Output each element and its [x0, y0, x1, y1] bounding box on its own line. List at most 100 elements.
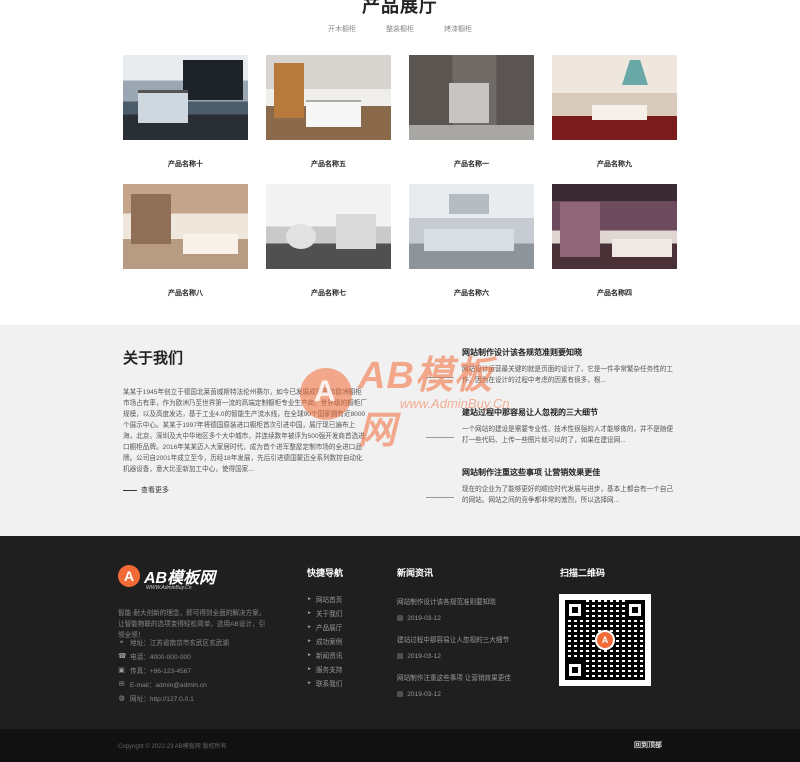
- contact-text: E-mail：admin@admin.cn: [130, 682, 207, 689]
- footer-news-link[interactable]: 网站制作注重这些事项 让营销效果更佳: [397, 672, 527, 682]
- product-card[interactable]: 产品名称十: [123, 55, 248, 169]
- news-title[interactable]: 网站制作设计该各规范准则要知晓: [462, 347, 678, 358]
- footer-nav-label[interactable]: 成功案例: [316, 636, 342, 646]
- product-image[interactable]: [552, 184, 677, 269]
- footer-news-item[interactable]: 建站过程中那容易让人忽视的三大细节 ▤ 2019-03-12: [397, 634, 527, 660]
- contact-text: 网址：http://127.0.0.1: [130, 696, 194, 703]
- product-name[interactable]: 产品名称七: [266, 288, 391, 298]
- news-desc: 现在的企业为了能够更好的顺应时代发展与进步，基本上都会有一个自己的网站。网站之间…: [462, 486, 673, 504]
- date-text: 2019-03-12: [407, 690, 441, 698]
- news-divider: [426, 377, 454, 378]
- product-name[interactable]: 产品名称八: [123, 288, 248, 298]
- footer-nav-item[interactable]: ► 网站首页: [307, 594, 367, 604]
- more-link[interactable]: 查看更多: [123, 485, 169, 495]
- products-title: 产品展厅: [362, 0, 438, 16]
- product-name[interactable]: 产品名称五: [266, 159, 391, 169]
- footer-nav-label[interactable]: 产品展厅: [316, 622, 342, 632]
- product-image[interactable]: [123, 55, 248, 140]
- logo-subtitle: WWW.AdminBuy.Cn: [146, 585, 192, 591]
- footer-nav-item[interactable]: ► 联系我们: [307, 678, 367, 688]
- product-card[interactable]: 产品名称一: [409, 55, 534, 169]
- products-section: 产品展厅 开木橱柜 整装橱柜 烤漆橱柜 产品名称十 产品名称五 产品名称一 产品…: [0, 0, 800, 325]
- arrow-right-icon: ►: [307, 680, 312, 686]
- tab-category-1[interactable]: 开木橱柜: [324, 24, 360, 34]
- footer-nav-label[interactable]: 新闻资讯: [316, 650, 342, 660]
- news-desc: 一个网站的建设是需要专业性、技术性很强的人才能够做的，并不是随便打一些代码、上传…: [462, 426, 673, 444]
- contact-phone: ☎ 电话：4000-000-000: [118, 651, 278, 662]
- footer-news-date: ▤ 2019-03-12: [397, 652, 527, 661]
- footer-nav-item[interactable]: ► 关于我们: [307, 608, 367, 618]
- product-card[interactable]: 产品名称六: [409, 184, 534, 298]
- calendar-icon: ▤: [397, 691, 404, 698]
- product-image[interactable]: [266, 184, 391, 269]
- more-link-label[interactable]: 查看更多: [141, 485, 169, 495]
- tab-category-2[interactable]: 整装橱柜: [382, 24, 418, 34]
- footer-nav-label[interactable]: 服务支持: [316, 664, 342, 674]
- product-image[interactable]: [123, 184, 248, 269]
- qr-title: 扫描二维码: [560, 568, 606, 578]
- back-to-top-button[interactable]: 回到顶部: [634, 740, 662, 750]
- arrow-right-icon: ►: [307, 638, 312, 644]
- quick-nav-title: 快捷导航: [307, 568, 344, 578]
- news-title[interactable]: 网站制作注重这些事项 让营销效果更佳: [462, 467, 678, 478]
- footer-nav-item[interactable]: ► 服务支持: [307, 664, 367, 674]
- product-card[interactable]: 产品名称九: [552, 55, 677, 169]
- more-link-bar: [123, 489, 137, 491]
- footer-news-date: ▤ 2019-03-12: [397, 614, 527, 623]
- news-divider: [426, 437, 454, 438]
- product-name[interactable]: 产品名称六: [409, 288, 534, 298]
- about-title: 关于我们: [123, 350, 184, 367]
- product-card[interactable]: 产品名称四: [552, 184, 677, 298]
- arrow-right-icon: ►: [307, 610, 312, 616]
- product-card[interactable]: 产品名称八: [123, 184, 248, 298]
- calendar-icon: ▤: [397, 653, 404, 660]
- product-name[interactable]: 产品名称四: [552, 288, 677, 298]
- location-icon: ⌖: [119, 638, 124, 646]
- footer-news-title: 新闻资讯: [397, 568, 434, 578]
- product-name[interactable]: 产品名称一: [409, 159, 534, 169]
- contact-email: ✉ E-mail：admin@admin.cn: [118, 679, 278, 690]
- qr-finder: [625, 600, 645, 620]
- arrow-right-icon: ►: [307, 624, 312, 630]
- contact-text: 传真：+86-123-4567: [130, 668, 192, 675]
- product-image[interactable]: [409, 184, 534, 269]
- about-text: 某某于1945年创立于德国北莱茵威斯特法伦州赛尔，如今已发展成德国和欧洲橱柜市场…: [123, 389, 367, 473]
- contact-text: 电话：4000-000-000: [130, 654, 191, 661]
- fax-icon: ▣: [118, 666, 125, 674]
- contact-website: ◍ 网址：http://127.0.0.1: [118, 693, 278, 704]
- contact-fax: ▣ 传真：+86-123-4567: [118, 665, 278, 676]
- date-text: 2019-03-12: [407, 652, 441, 660]
- footer-news-item[interactable]: 网站制作设计该各规范准则要知晓 ▤ 2019-03-12: [397, 596, 527, 622]
- copyright: Copyright © 2022-23 AB模板网 版权所有: [118, 744, 227, 750]
- qr-logo-icon: A: [595, 630, 615, 650]
- news-item[interactable]: 网站制作设计该各规范准则要知晓 网站设计运营最关键的就是页面的设计了，它是一件非…: [408, 347, 678, 386]
- footer-nav-item[interactable]: ► 成功案例: [307, 636, 367, 646]
- arrow-right-icon: ►: [307, 652, 312, 658]
- product-name[interactable]: 产品名称十: [123, 159, 248, 169]
- product-image[interactable]: [552, 55, 677, 140]
- product-image[interactable]: [266, 55, 391, 140]
- footer-news-item[interactable]: 网站制作注重这些事项 让营销效果更佳 ▤ 2019-03-12: [397, 672, 527, 698]
- footer-nav-label[interactable]: 关于我们: [316, 608, 342, 618]
- product-card[interactable]: 产品名称七: [266, 184, 391, 298]
- email-icon: ✉: [118, 680, 125, 688]
- news-title[interactable]: 建站过程中那容易让人忽视的三大细节: [462, 407, 678, 418]
- contact-address: ⌖ 地址：江苏省南京市玄武区玄武湖: [118, 637, 278, 648]
- tab-category-3[interactable]: 烤漆橱柜: [440, 24, 476, 34]
- arrow-right-icon: ►: [307, 666, 312, 672]
- footer-nav-label[interactable]: 网站首页: [316, 594, 342, 604]
- product-card[interactable]: 产品名称五: [266, 55, 391, 169]
- footer-nav-label[interactable]: 联系我们: [316, 678, 342, 688]
- footer-news-link[interactable]: 建站过程中那容易让人忽视的三大细节: [397, 634, 527, 644]
- category-tabs: 开木橱柜 整装橱柜 烤漆橱柜: [0, 24, 800, 34]
- footer-nav-item[interactable]: ► 产品展厅: [307, 622, 367, 632]
- news-item[interactable]: 网站制作注重这些事项 让营销效果更佳 现在的企业为了能够更好的顺应时代发展与进步…: [408, 467, 678, 506]
- product-name[interactable]: 产品名称九: [552, 159, 677, 169]
- qr-code: A: [559, 594, 651, 686]
- footer-news-link[interactable]: 网站制作设计该各规范准则要知晓: [397, 596, 527, 606]
- product-image[interactable]: [409, 55, 534, 140]
- contact-text: 地址：江苏省南京市玄武区玄武湖: [130, 640, 229, 647]
- footer-nav-item[interactable]: ► 新闻资讯: [307, 650, 367, 660]
- qr-finder: [565, 660, 585, 680]
- news-item[interactable]: 建站过程中那容易让人忽视的三大细节 一个网站的建设是需要专业性、技术性很强的人才…: [408, 407, 678, 446]
